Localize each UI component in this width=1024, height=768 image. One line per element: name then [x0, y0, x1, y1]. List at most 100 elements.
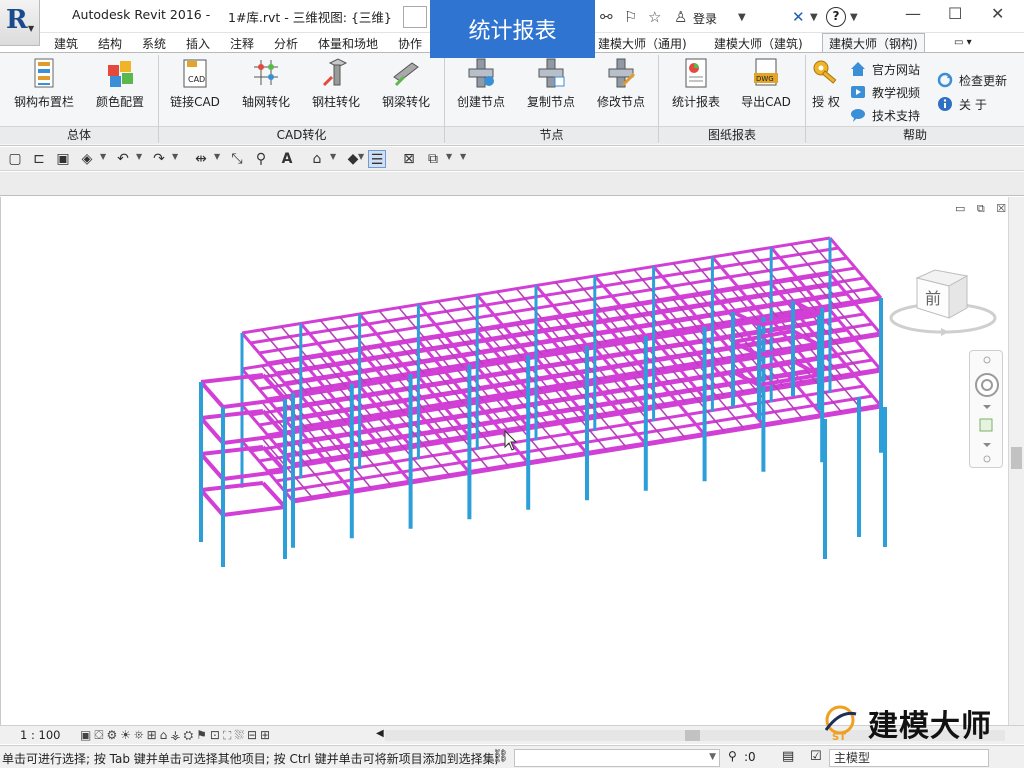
close-hidden-windows-icon[interactable]: ⊠ [400, 150, 418, 168]
chevron-down-icon[interactable]: ▼ [100, 152, 106, 161]
scroll-left-icon[interactable]: ◀ [376, 728, 384, 739]
filter-icon[interactable]: ⛓ [492, 749, 509, 764]
help-icon[interactable]: ? [826, 7, 846, 27]
tab-bim-steel[interactable]: 建模大师（钢构) [822, 33, 925, 53]
tag-icon[interactable]: ⚲ [252, 150, 270, 168]
new-file-icon[interactable]: ▢ [6, 150, 24, 168]
view-scale[interactable]: 1 : 100 [20, 728, 60, 742]
help-item-label: 教学视频 [872, 85, 921, 100]
viewcube[interactable]: 前 [885, 268, 1015, 340]
chevron-down-icon[interactable]: ▼ [850, 12, 858, 23]
open-folder-icon[interactable]: ⊏ [30, 150, 48, 168]
editable-only-icon[interactable]: ☑ [810, 749, 822, 764]
chevron-down-icon[interactable]: ▼ [446, 152, 452, 161]
tab-architecture[interactable]: 建筑 [54, 35, 78, 52]
login-button[interactable]: 登录 [693, 10, 717, 27]
application-menu-button[interactable]: R ▼ [0, 0, 40, 46]
sync-icon[interactable]: ◈ [78, 150, 96, 168]
button-label: 钢梁转化 [381, 95, 430, 109]
link-cad-button[interactable]: CAD 链接CAD [159, 56, 231, 118]
3d-view-icon[interactable]: ⌂ [308, 150, 326, 168]
binoculars-icon[interactable]: ⚯ [600, 8, 613, 26]
search-input[interactable] [403, 6, 427, 28]
model-dropdown[interactable]: 主模型 [829, 749, 989, 767]
tutorial-video-button[interactable]: 教学视频 [850, 82, 920, 102]
steering-wheel-icon[interactable] [975, 373, 999, 397]
status-bar: 单击可进行选择; 按 Tab 键并单击可选择其他项目; 按 Ctrl 键并单击可… [0, 745, 1024, 768]
tab-collaborate[interactable]: 协作 [398, 35, 422, 52]
create-node-button[interactable]: 创建节点 [445, 56, 517, 118]
quick-access-toolbar: ▢ ⊏ ▣ ◈ ▼ ↶ ▼ ↷ ▼ ⇹ ▼ ⤡ ⚲ A ⌂ ▼ ◆ ▼ ☰ ⊠ … [0, 147, 1024, 171]
3d-viewport[interactable] [0, 197, 1008, 725]
tab-annotate[interactable]: 注释 [230, 35, 254, 52]
button-label: 颜色配置 [95, 95, 144, 109]
button-label: 授 权 [812, 95, 840, 109]
text-icon[interactable]: A [278, 150, 296, 168]
beam-convert-button[interactable]: 钢梁转化 [370, 56, 442, 118]
copy-node-icon [535, 57, 567, 89]
design-options-icon[interactable]: ▤ [782, 749, 794, 764]
column-convert-button[interactable]: 钢柱转化 [300, 56, 372, 118]
workset-dropdown[interactable]: ▼ [514, 749, 720, 767]
grid-convert-button[interactable]: 轴网转化 [230, 56, 302, 118]
exchange-apps-icon[interactable]: ✕ [792, 8, 805, 26]
thin-lines-icon[interactable]: ☰ [368, 150, 386, 168]
scrollbar-thumb[interactable] [685, 730, 700, 741]
steel-structure-model[interactable] [1, 197, 1009, 725]
close-icon[interactable]: ✕ [991, 4, 1004, 23]
measure-icon[interactable]: ⇹ [192, 150, 210, 168]
edit-node-button[interactable]: 修改节点 [585, 56, 657, 118]
chevron-down-icon[interactable]: ▼ [738, 12, 746, 23]
tab-structure[interactable]: 结构 [98, 35, 122, 52]
favorites-star-icon[interactable]: ☆ [648, 8, 661, 26]
ribbon-options-icon[interactable]: ▭ ▾ [954, 37, 972, 48]
tower-beam [222, 433, 286, 445]
view-control-icons[interactable]: ▣⛋⚙☀⛯⊞⌂⚶⛭⚑⊡⛶⛆⊟⊞ [80, 728, 273, 743]
chevron-down-icon[interactable]: ▼ [330, 152, 336, 161]
tab-analyze[interactable]: 分析 [274, 35, 298, 52]
redo-icon[interactable]: ↷ [150, 150, 168, 168]
zoom-region-icon[interactable] [979, 418, 993, 432]
steel-layout-bar-button[interactable]: 钢构布置栏 [8, 56, 80, 118]
copy-node-button[interactable]: 复制节点 [515, 56, 587, 118]
maximize-icon[interactable]: ☐ [948, 4, 962, 23]
scrollbar-thumb[interactable] [1011, 447, 1022, 469]
selection-filter-icon[interactable]: ⚲ [728, 749, 737, 763]
chevron-down-icon[interactable]: ▼ [214, 152, 220, 161]
about-button[interactable]: 关 于 [937, 94, 987, 114]
chevron-down-icon[interactable]: ▼ [358, 152, 364, 161]
button-label: 链接CAD [170, 95, 220, 109]
export-cad-button[interactable]: DWG 导出CAD [730, 56, 802, 118]
view-window-controls[interactable]: ▭ ⧉ ☒ [955, 202, 1010, 216]
chevron-down-icon[interactable]: ▼ [136, 152, 142, 161]
home-icon [850, 61, 866, 77]
communication-icon[interactable]: ⚐ [624, 8, 637, 26]
color-config-button[interactable]: 颜色配置 [84, 56, 156, 118]
group-label-help: 帮助 [806, 126, 1024, 144]
minimize-icon[interactable]: — [905, 4, 921, 23]
check-update-button[interactable]: 检查更新 [937, 70, 1007, 90]
tab-insert[interactable]: 插入 [186, 35, 210, 52]
group-label-nodes: 节点 [445, 126, 658, 144]
secondary-beam [828, 237, 883, 299]
brand-name: 建模大师 [868, 709, 992, 744]
selection-count: :0 [744, 750, 756, 764]
chevron-down-icon[interactable]: ▼ [810, 12, 818, 23]
official-site-button[interactable]: 官方网站 [850, 59, 920, 79]
dwg-badge-text: DWG [756, 75, 774, 83]
save-icon[interactable]: ▣ [54, 150, 72, 168]
customize-toolbar-icon[interactable]: ▼ [460, 152, 466, 161]
authorize-button[interactable]: 授 权 [800, 56, 852, 118]
chevron-down-icon[interactable]: ▼ [172, 152, 178, 161]
tab-massing-site[interactable]: 体量和场地 [318, 35, 378, 52]
statistics-report-button[interactable]: 统计报表 [660, 56, 732, 118]
switch-windows-icon[interactable]: ⧉ [424, 150, 442, 168]
tab-bim-architecture[interactable]: 建模大师（建筑) [714, 35, 803, 52]
undo-icon[interactable]: ↶ [114, 150, 132, 168]
options-bar [0, 172, 1024, 196]
column-convert-icon [320, 57, 352, 89]
aligned-dimension-icon[interactable]: ⤡ [228, 150, 246, 168]
tab-systems[interactable]: 系统 [142, 35, 166, 52]
tab-bim-general[interactable]: 建模大师（通用) [598, 35, 687, 52]
tech-support-button[interactable]: 技术支持 [850, 105, 920, 125]
